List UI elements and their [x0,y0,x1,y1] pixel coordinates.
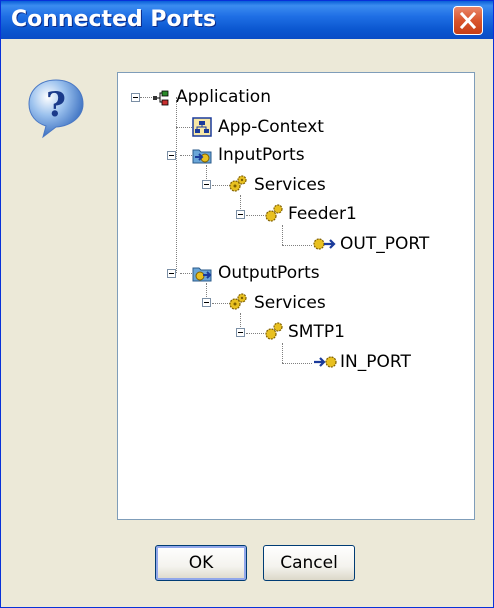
collapse-toggle[interactable] [131,93,140,102]
tree-item-feeder1[interactable]: Feeder1 [288,204,357,224]
cancel-button[interactable]: Cancel [263,545,355,581]
tree-line [176,127,192,129]
connected-ports-dialog: Connected Ports ? Application App-Contex… [0,0,494,608]
tree-item-output-ports[interactable]: OutputPorts [218,263,320,283]
ports-folder-icon [192,149,212,164]
tree-item-smtp1[interactable]: SMTP1 [288,322,345,342]
port-tree[interactable]: Application App-Context InputPorts Servi… [117,72,475,520]
tree-item-input-services[interactable]: Services [254,175,326,195]
title-bar[interactable]: Connected Ports [1,1,493,39]
application-icon [153,90,169,106]
out-port-icon [313,238,336,250]
tree-item-output-services[interactable]: Services [254,293,326,313]
svg-text:?: ? [46,85,66,125]
close-icon [459,11,477,30]
tree-line [282,245,312,247]
close-button[interactable] [453,6,483,35]
collapse-toggle[interactable] [236,328,245,337]
tree-item-app-context[interactable]: App-Context [218,117,324,137]
services-icon [229,293,247,310]
collapse-toggle[interactable] [167,269,176,278]
tree-line [282,343,284,363]
ok-button[interactable]: OK [155,545,247,581]
ports-folder-icon [192,267,212,282]
collapse-toggle[interactable] [202,298,211,307]
tree-item-in-port[interactable]: IN_PORT [340,352,411,372]
window-title: Connected Ports [11,7,217,32]
context-icon [192,117,212,137]
tree-line [282,225,284,245]
in-port-icon [314,356,337,368]
tree-line [180,155,192,157]
tree-line [176,97,178,273]
service-gear-icon [265,204,283,222]
tree-line [282,363,312,365]
collapse-toggle[interactable] [167,151,176,160]
tree-item-application[interactable]: Application [176,87,271,107]
collapse-toggle[interactable] [236,210,245,219]
services-icon [229,175,247,192]
tree-line [246,215,264,217]
collapse-toggle[interactable] [202,180,211,189]
tree-item-input-ports[interactable]: InputPorts [218,145,305,165]
tree-item-out-port[interactable]: OUT_PORT [340,234,429,254]
service-gear-icon [265,322,283,340]
tree-line [246,333,264,335]
question-icon: ? [28,79,84,139]
tree-line [180,273,192,275]
